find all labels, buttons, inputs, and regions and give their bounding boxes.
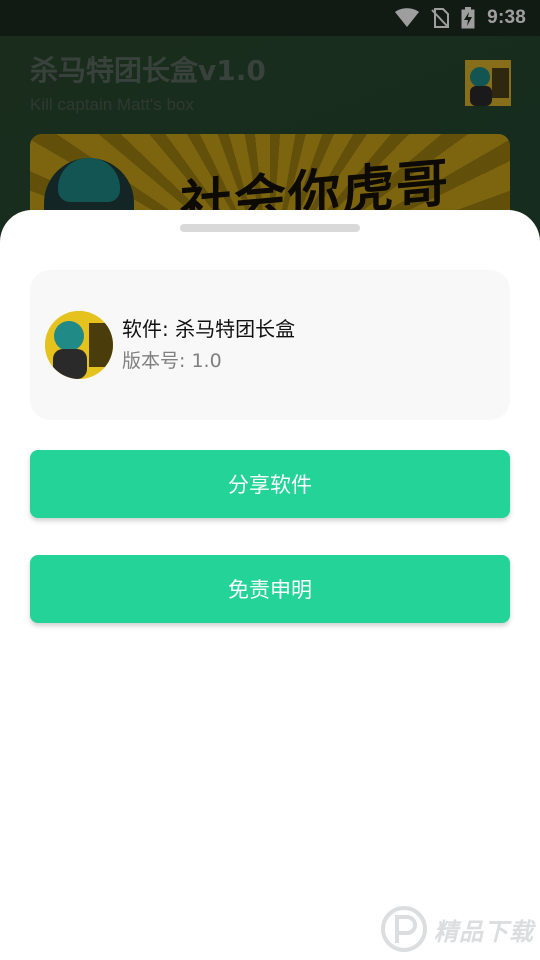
app-info-text: 软件: 杀马特团长盒 版本号: 1.0 [122,316,295,374]
drag-handle[interactable] [180,224,360,232]
software-name-label: 软件: 杀马特团长盒 [122,317,296,341]
watermark-logo-icon [381,906,427,952]
watermark: 精品下载 [380,898,540,960]
app-icon [45,311,113,379]
version-label: 版本号: 1.0 [122,350,222,372]
about-bottom-sheet: 软件: 杀马特团长盒 版本号: 1.0 分享软件 免责申明 [0,210,540,960]
disclaimer-button[interactable]: 免责申明 [30,555,510,623]
watermark-text: 精品下载 [434,917,534,946]
share-software-button[interactable]: 分享软件 [30,450,510,518]
app-info-card: 软件: 杀马特团长盒 版本号: 1.0 [30,270,510,420]
